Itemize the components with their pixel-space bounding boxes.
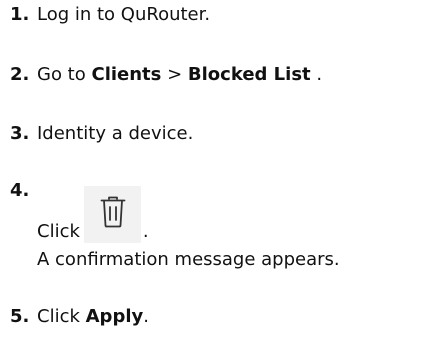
step-number: 5.: [10, 306, 30, 327]
step-2: 2. Go to Clients > Blocked List .: [0, 64, 445, 94]
step-text-prefix: Go to: [37, 64, 92, 85]
step-1: 1. Log in to QuRouter.: [0, 4, 445, 34]
path-separator: >: [161, 64, 188, 85]
step-click-period: .: [142, 221, 149, 242]
step-text: Identity a device.: [37, 123, 194, 144]
step-text: Log in to QuRouter.: [37, 4, 211, 25]
apply-label: Apply: [85, 306, 144, 327]
menu-blocked-list: Blocked List: [187, 64, 311, 85]
step-4: 4. Click. A confirmation message appears…: [0, 180, 445, 300]
step-number: 4.: [10, 180, 30, 201]
step-click-line: Click.: [37, 180, 340, 246]
step-3: 3. Identity a device.: [0, 123, 445, 153]
menu-clients: Clients: [91, 64, 162, 85]
step-text-suffix: .: [310, 64, 323, 85]
trash-button-illustration: [83, 186, 141, 243]
step-number: 3.: [10, 123, 30, 144]
step-click-label: Click: [37, 221, 80, 242]
step-text: Click Apply.: [37, 306, 149, 327]
confirmation-note: A confirmation message appears.: [37, 249, 340, 270]
step-text-prefix: Click: [37, 306, 86, 327]
step-number: 2.: [10, 64, 30, 85]
step-text: Go to Clients > Blocked List .: [37, 64, 322, 85]
step-number: 1.: [10, 4, 30, 25]
trash-icon: [100, 196, 126, 228]
step-body: Click. A confirmation message appears.: [37, 180, 340, 272]
step-text-suffix: .: [143, 306, 149, 327]
step-5: 5. Click Apply.: [0, 306, 445, 336]
